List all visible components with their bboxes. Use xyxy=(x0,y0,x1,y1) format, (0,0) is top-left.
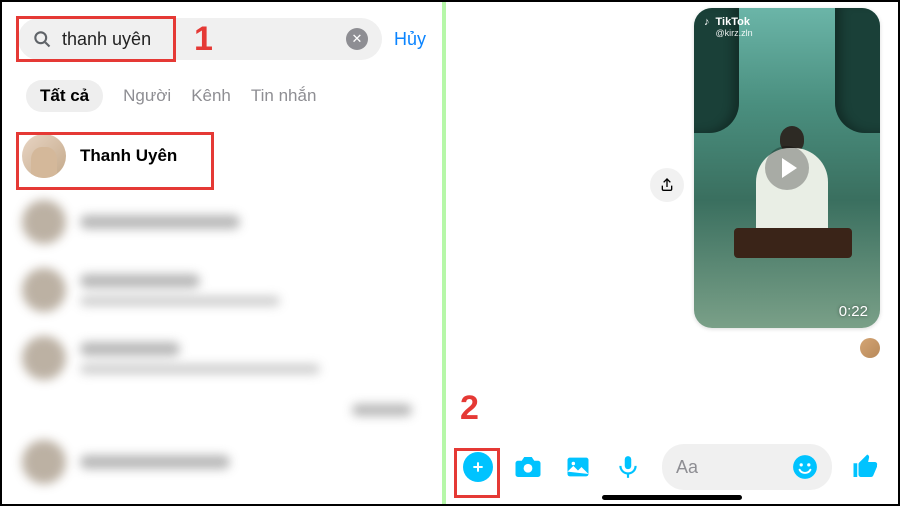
message-input[interactable]: Aa xyxy=(662,444,832,490)
search-input[interactable] xyxy=(62,29,336,50)
search-result-thanh-uyen[interactable]: Thanh Uyên xyxy=(2,124,442,188)
video-message[interactable]: ♪ TikTok @kirz.zln 0:22 xyxy=(694,8,880,328)
share-icon xyxy=(659,177,675,193)
more-actions-button[interactable] xyxy=(462,451,494,483)
emoji-icon[interactable] xyxy=(792,454,818,480)
plus-icon xyxy=(470,459,486,475)
cancel-search-link[interactable]: Hủy xyxy=(394,29,426,50)
image-icon xyxy=(564,453,592,481)
result-name-label: Thanh Uyên xyxy=(80,146,177,166)
clear-search-button[interactable]: ✕ xyxy=(346,28,368,50)
tiktok-logo-icon: ♪ xyxy=(704,16,710,38)
search-box[interactable]: ✕ xyxy=(18,18,382,60)
tab-messages[interactable]: Tin nhắn xyxy=(251,86,317,106)
like-button[interactable] xyxy=(850,451,882,483)
camera-button[interactable] xyxy=(512,451,544,483)
play-button[interactable] xyxy=(765,146,809,190)
search-tabs: Tất cả Người Kênh Tin nhắn xyxy=(2,68,442,124)
list-item xyxy=(2,392,442,428)
microphone-icon xyxy=(615,454,641,480)
home-indicator xyxy=(602,495,742,500)
search-panel: ✕ Hủy Tất cả Người Kênh Tin nhắn Thanh U… xyxy=(2,2,442,504)
video-duration-label: 0:22 xyxy=(839,303,868,320)
message-placeholder: Aa xyxy=(676,457,698,478)
list-item xyxy=(2,188,442,256)
video-handle-label: @kirz.zln xyxy=(716,28,753,38)
list-item xyxy=(2,428,442,496)
seen-avatar xyxy=(860,338,880,358)
play-icon xyxy=(782,158,797,178)
list-item xyxy=(2,324,442,392)
voice-button[interactable] xyxy=(612,451,644,483)
avatar xyxy=(22,134,66,178)
message-composer: Aa xyxy=(446,436,898,504)
tab-all[interactable]: Tất cả xyxy=(26,80,103,112)
tab-people[interactable]: Người xyxy=(123,86,171,106)
chat-panel: ♪ TikTok @kirz.zln 0:22 xyxy=(446,2,898,504)
list-item xyxy=(2,256,442,324)
thumbs-up-icon xyxy=(851,452,881,482)
camera-icon xyxy=(513,452,543,482)
share-button[interactable] xyxy=(650,168,684,202)
tab-channels[interactable]: Kênh xyxy=(191,86,231,106)
search-icon xyxy=(32,29,52,49)
gallery-button[interactable] xyxy=(562,451,594,483)
video-platform-label: TikTok xyxy=(716,16,753,28)
